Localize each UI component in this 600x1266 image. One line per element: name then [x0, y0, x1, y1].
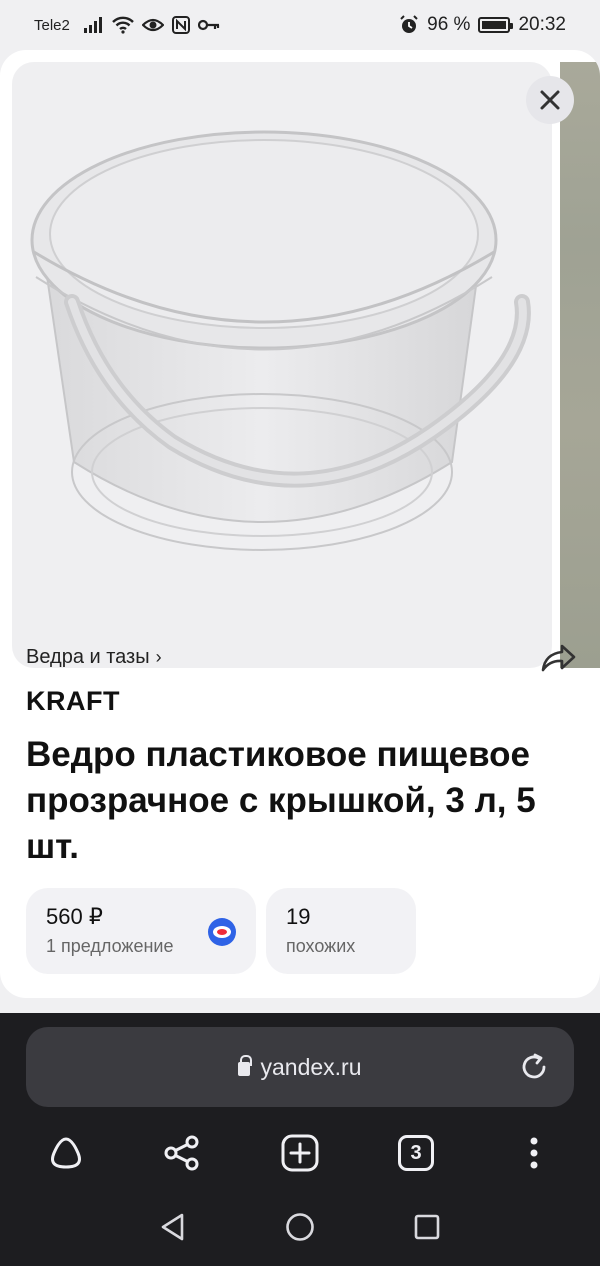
recents-icon [414, 1214, 440, 1240]
url-text: yandex.ru [260, 1053, 362, 1080]
home-icon [286, 1213, 314, 1241]
browser-toolbar: 3 [0, 1131, 600, 1179]
back-icon [161, 1213, 184, 1241]
new-tab-button[interactable] [278, 1131, 322, 1175]
lock-icon [238, 1055, 253, 1076]
recents-button[interactable] [409, 1209, 445, 1245]
status-right: 96 % 20:32 [399, 14, 566, 36]
status-bar: Tele2 96 % 20:32 [0, 0, 600, 50]
wifi-icon [112, 16, 134, 34]
more-menu-button[interactable] [512, 1131, 556, 1175]
close-button[interactable] [526, 76, 574, 124]
alice-button[interactable] [44, 1131, 88, 1175]
system-nav-bar [0, 1205, 600, 1253]
back-button[interactable] [154, 1209, 190, 1245]
clock: 20:32 [518, 14, 566, 35]
close-icon [540, 90, 560, 110]
brand-name[interactable]: KRAFT [26, 686, 120, 717]
price-chip[interactable]: 560 ₽ 1 предложение [26, 888, 256, 974]
home-button[interactable] [282, 1209, 318, 1245]
battery-icon [478, 17, 514, 33]
next-image-preview[interactable] [560, 62, 600, 668]
more-icon [530, 1137, 538, 1169]
alice-icon [51, 1137, 81, 1169]
share-nodes-icon [164, 1135, 199, 1171]
reload-icon[interactable] [518, 1051, 550, 1083]
share-icon[interactable] [538, 640, 578, 676]
address-bar[interactable]: yandex.ru [26, 1027, 574, 1107]
carrier-label: Tele2 [34, 16, 70, 34]
bucket-illustration [30, 130, 531, 551]
product-image[interactable] [12, 62, 552, 668]
price-value: 560 ₽ [46, 904, 103, 929]
product-card: Ведра и тазы › KRAFT Ведро пластиковое п… [0, 50, 600, 998]
breadcrumb-label: Ведра и тазы [26, 646, 150, 668]
new-tab-icon [281, 1134, 319, 1172]
chevron-right-icon: › [155, 647, 162, 667]
similar-label: похожих [286, 936, 356, 956]
key-icon [197, 19, 219, 31]
product-title: Ведро пластиковое пищевое прозрачное с к… [26, 735, 536, 866]
tabs-button[interactable]: 3 [394, 1131, 438, 1175]
browser-bottom-bar: yandex.ru 3 [0, 1013, 600, 1266]
tabs-icon: 3 [398, 1135, 434, 1171]
eye-icon [141, 18, 164, 32]
share-page-button[interactable] [160, 1131, 204, 1175]
market-logo-icon [208, 918, 236, 946]
nfc-icon [171, 16, 190, 34]
offers-count: 1 предложение [46, 936, 174, 956]
battery-percent: 96 % [427, 14, 471, 35]
breadcrumb[interactable]: Ведра и тазы › [26, 646, 162, 669]
similar-chip[interactable]: 19 похожих [266, 888, 416, 974]
similar-count: 19 [286, 904, 311, 929]
signal-icon [83, 17, 102, 33]
status-left: Tele2 [34, 16, 220, 34]
alarm-icon [400, 15, 418, 33]
